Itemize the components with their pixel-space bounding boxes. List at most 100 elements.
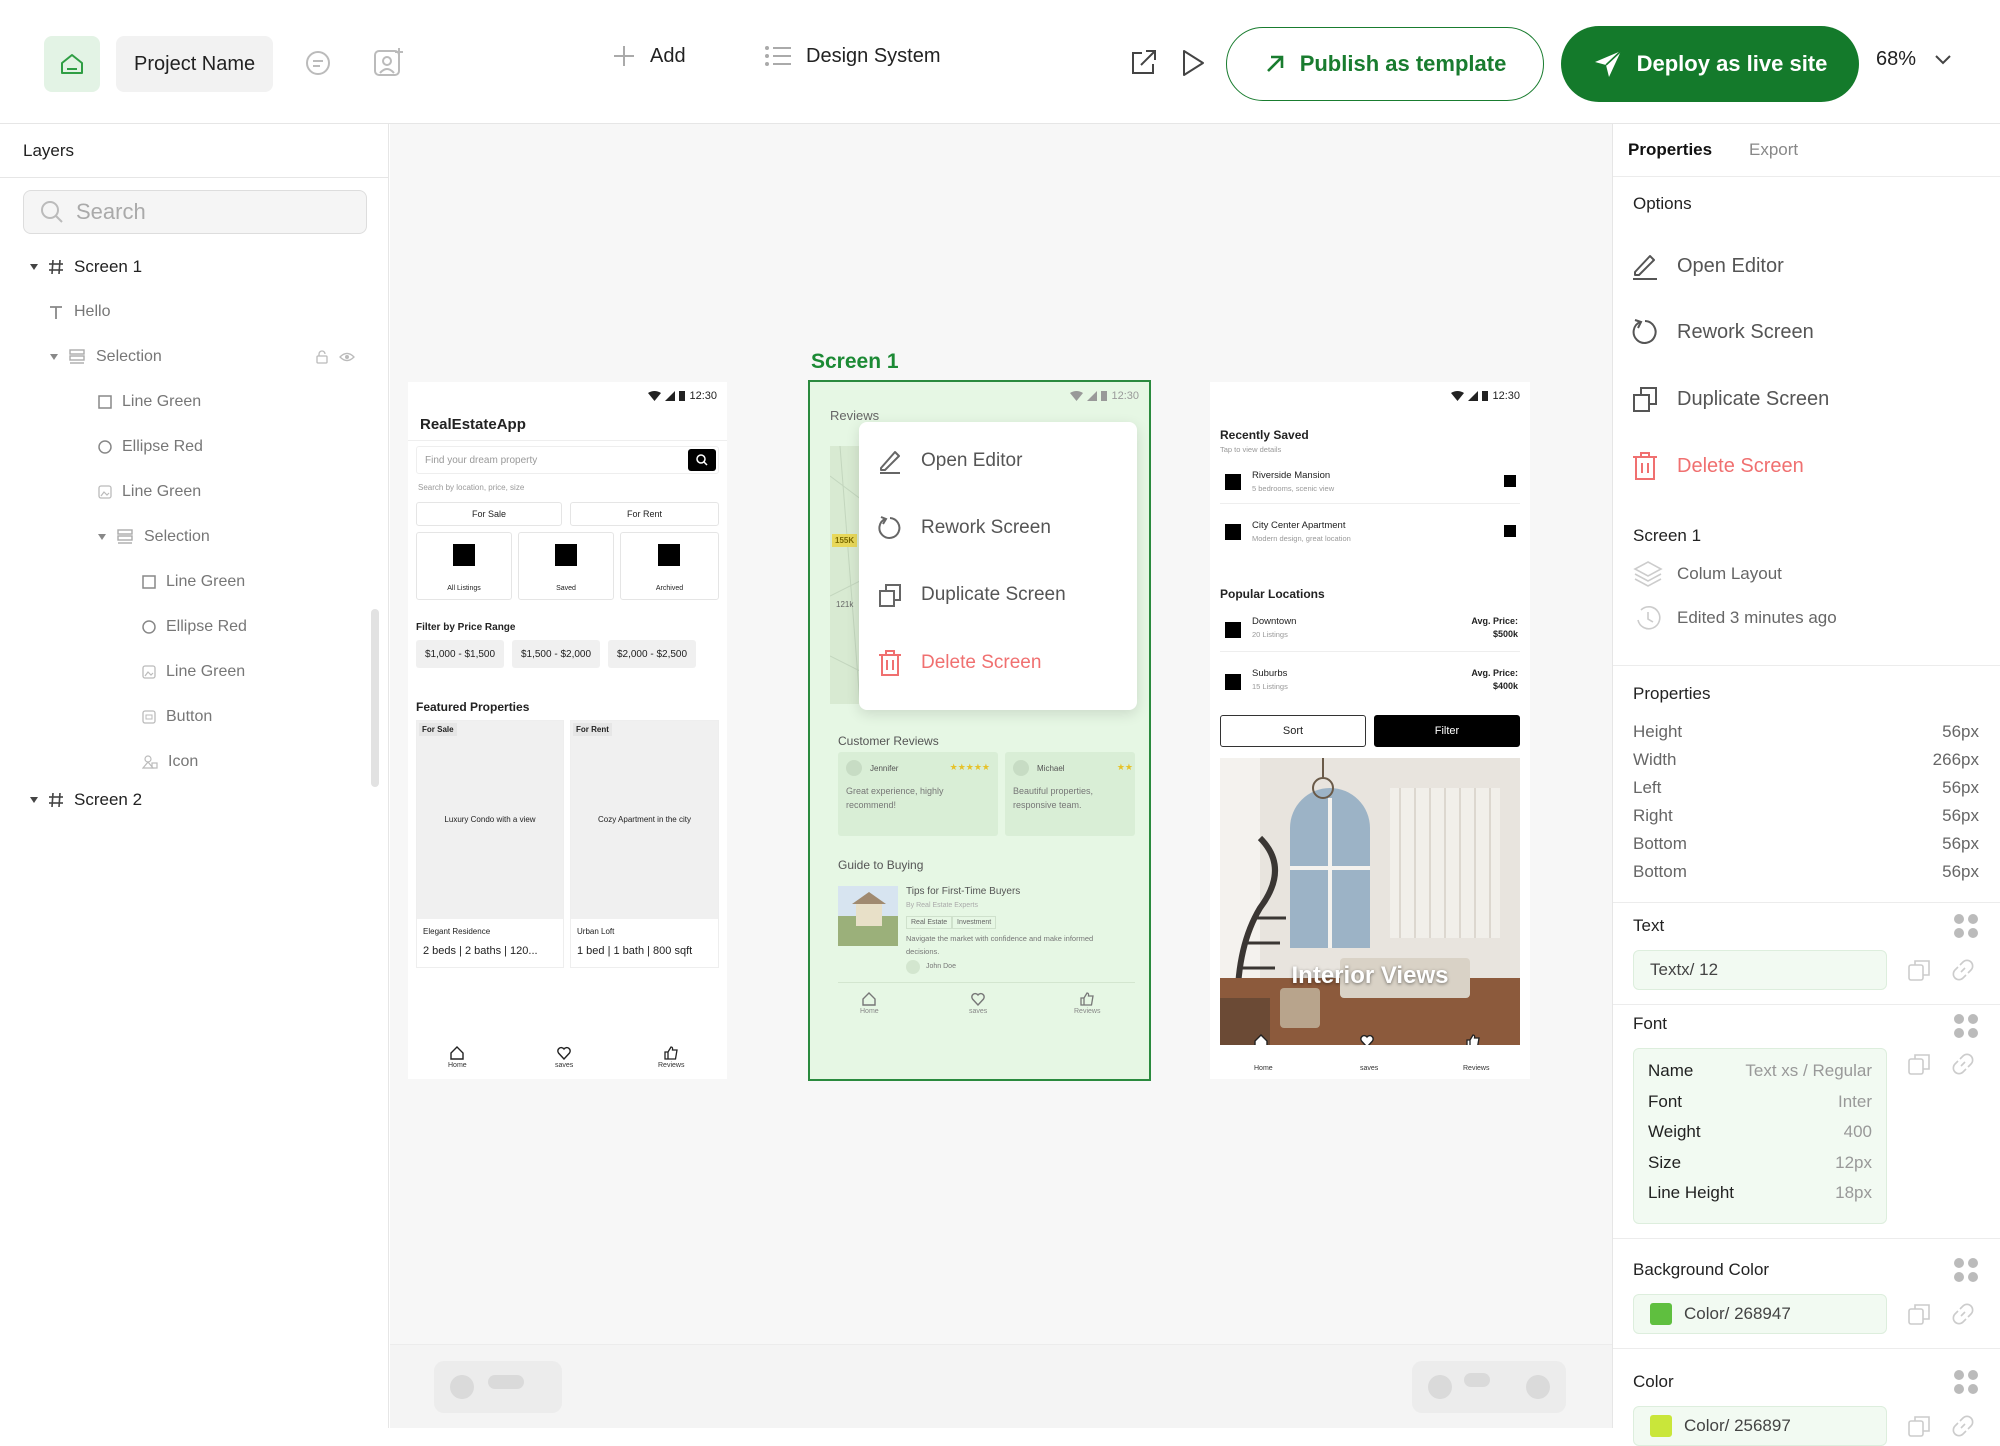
layer-search[interactable] xyxy=(23,190,367,234)
layer-button[interactable]: Button xyxy=(142,702,212,732)
copy-icon[interactable] xyxy=(1907,1302,1931,1326)
option-open-editor[interactable]: Open Editor xyxy=(1631,252,1784,280)
prop-value[interactable]: 56px xyxy=(1942,834,1979,854)
nav-reviews[interactable]: Reviews xyxy=(658,1046,684,1069)
grid-dots-icon[interactable] xyxy=(1954,1258,1978,1282)
search-button[interactable] xyxy=(688,449,716,471)
publish-template-button[interactable]: Publish as template xyxy=(1226,27,1544,101)
font-style-box[interactable]: Name Text xs / Regular Font Inter Weight 40… xyxy=(1633,1048,1887,1224)
text-style-field[interactable]: Textx/ 12 xyxy=(1633,950,1887,990)
nav-home[interactable]: Home xyxy=(860,992,879,1015)
item-action-icon[interactable] xyxy=(1504,475,1516,487)
color-swatch[interactable] xyxy=(1650,1415,1672,1437)
copy-icon[interactable] xyxy=(1907,958,1931,982)
layer-line-green[interactable]: Line Green xyxy=(142,567,245,597)
project-name[interactable]: Project Name xyxy=(116,36,274,92)
tab-for-rent[interactable]: For Rent xyxy=(570,502,719,526)
screen-1-frame[interactable]: 12:30 Reviews 155K 121k Open Editor Rewo… xyxy=(808,380,1151,1081)
zoom-dropdown[interactable]: 68% xyxy=(1876,48,1952,71)
canvas-control[interactable] xyxy=(1412,1361,1566,1413)
link-icon[interactable] xyxy=(1951,1052,1975,1076)
saved-item[interactable]: City Center Apartment Modern design, gre… xyxy=(1220,510,1520,554)
caret-down-icon[interactable] xyxy=(50,354,58,360)
price-range-chip[interactable]: $1,000 - $1,500 xyxy=(416,640,504,668)
canvas-control[interactable] xyxy=(434,1361,562,1413)
prop-value[interactable]: 56px xyxy=(1942,722,1979,742)
nav-saves[interactable]: saves xyxy=(969,992,987,1015)
layer-line-green[interactable]: Line Green xyxy=(142,657,245,687)
property-card[interactable]: For Rent Cozy Apartment in the city Urba… xyxy=(570,720,719,968)
color-swatch[interactable] xyxy=(1650,1303,1672,1325)
comment-button[interactable] xyxy=(302,48,334,80)
link-icon[interactable] xyxy=(1951,1302,1975,1326)
deploy-button[interactable]: Deploy as live site xyxy=(1561,26,1859,102)
option-rework-screen[interactable]: Rework Screen xyxy=(1631,318,1814,346)
prop-value[interactable]: 56px xyxy=(1942,806,1979,826)
add-button[interactable]: Add xyxy=(612,44,686,68)
layer-line-green[interactable]: Line Green xyxy=(98,387,201,417)
design-system-button[interactable]: Design System xyxy=(764,44,941,68)
grid-dots-icon[interactable] xyxy=(1954,914,1978,938)
layer-selection-nested[interactable]: Selection xyxy=(98,522,210,552)
prop-bottom[interactable]: Bottom 56px xyxy=(1633,834,1979,854)
category-archived[interactable]: Archived xyxy=(620,532,719,600)
property-search-field[interactable]: Find your dream property xyxy=(416,446,719,474)
nav-home[interactable] xyxy=(1254,1034,1268,1045)
nav-reviews[interactable] xyxy=(1466,1034,1480,1045)
lock-icon[interactable] xyxy=(315,350,329,364)
prop-left[interactable]: Left 56px xyxy=(1633,778,1979,798)
open-external-button[interactable] xyxy=(1128,48,1158,78)
preview-button[interactable] xyxy=(1180,48,1206,78)
tab-for-sale[interactable]: For Sale xyxy=(416,502,562,526)
background-color-field[interactable]: Color/ 268947 xyxy=(1633,1294,1887,1334)
menu-open-editor[interactable]: Open Editor xyxy=(877,448,1022,474)
filter-button[interactable]: Filter xyxy=(1374,715,1520,747)
prop-value[interactable]: 266px xyxy=(1933,750,1979,770)
copy-icon[interactable] xyxy=(1907,1414,1931,1438)
caret-down-icon[interactable] xyxy=(30,797,38,803)
option-delete-screen[interactable]: Delete Screen xyxy=(1631,451,1804,481)
prop-width[interactable]: Width 266px xyxy=(1633,750,1979,770)
price-range-chip[interactable]: $2,000 - $2,500 xyxy=(608,640,696,668)
tab-properties[interactable]: Properties xyxy=(1628,140,1712,160)
tab-export[interactable]: Export xyxy=(1749,140,1798,160)
copy-icon[interactable] xyxy=(1907,1052,1931,1076)
menu-duplicate-screen[interactable]: Duplicate Screen xyxy=(877,582,1066,608)
layer-hello[interactable]: Hello xyxy=(48,297,110,327)
layer-search-input[interactable] xyxy=(76,199,336,225)
nav-home[interactable]: Home xyxy=(448,1046,467,1069)
eye-icon[interactable] xyxy=(339,350,355,364)
nav-saves[interactable] xyxy=(1360,1034,1374,1045)
sort-button[interactable]: Sort xyxy=(1220,715,1366,747)
article-title[interactable]: Tips for First-Time Buyers xyxy=(906,886,1020,897)
location-item[interactable]: Suburbs 15 Listings Avg. Price: $400k xyxy=(1220,658,1520,704)
prop-value[interactable]: 56px xyxy=(1942,862,1979,882)
review-card[interactable]: Michael ★★ Beautiful properties, respons… xyxy=(1005,752,1135,836)
option-duplicate-screen[interactable]: Duplicate Screen xyxy=(1631,385,1829,413)
layer-ellipse-red[interactable]: Ellipse Red xyxy=(142,612,247,642)
price-range-chip[interactable]: $1,500 - $2,000 xyxy=(512,640,600,668)
nav-reviews[interactable]: Reviews xyxy=(1074,992,1100,1015)
add-user-button[interactable] xyxy=(372,46,406,80)
review-card[interactable]: Jennifer ★★★★★ Great experience, highly … xyxy=(838,752,998,836)
link-icon[interactable] xyxy=(1951,958,1975,982)
layer-ellipse-red[interactable]: Ellipse Red xyxy=(98,432,203,462)
canvas[interactable]: 12:30 RealEstateApp Find your dream prop… xyxy=(390,124,1612,1344)
saved-item[interactable]: Riverside Mansion 5 bedrooms, scenic vie… xyxy=(1220,460,1520,504)
map-price-tag[interactable]: 121k xyxy=(836,600,853,609)
category-all-listings[interactable]: All Listings xyxy=(416,532,512,600)
screen-saved-frame[interactable]: 12:30 Recently Saved Tap to view details… xyxy=(1210,382,1530,1079)
home-button[interactable] xyxy=(44,36,100,92)
caret-down-icon[interactable] xyxy=(98,534,106,540)
layer-screen-1[interactable]: Screen 1 xyxy=(30,252,142,282)
prop-right[interactable]: Right 56px xyxy=(1633,806,1979,826)
menu-delete-screen[interactable]: Delete Screen xyxy=(877,649,1041,677)
prop-bottom[interactable]: Bottom 56px xyxy=(1633,862,1979,882)
item-action-icon[interactable] xyxy=(1504,525,1516,537)
interior-photo[interactable]: Interior Views xyxy=(1220,758,1520,1045)
prop-height[interactable]: Height 56px xyxy=(1633,722,1979,742)
menu-rework-screen[interactable]: Rework Screen xyxy=(877,515,1051,541)
grid-dots-icon[interactable] xyxy=(1954,1370,1978,1394)
frame-label[interactable]: Screen 1 xyxy=(811,350,899,374)
link-icon[interactable] xyxy=(1951,1414,1975,1438)
